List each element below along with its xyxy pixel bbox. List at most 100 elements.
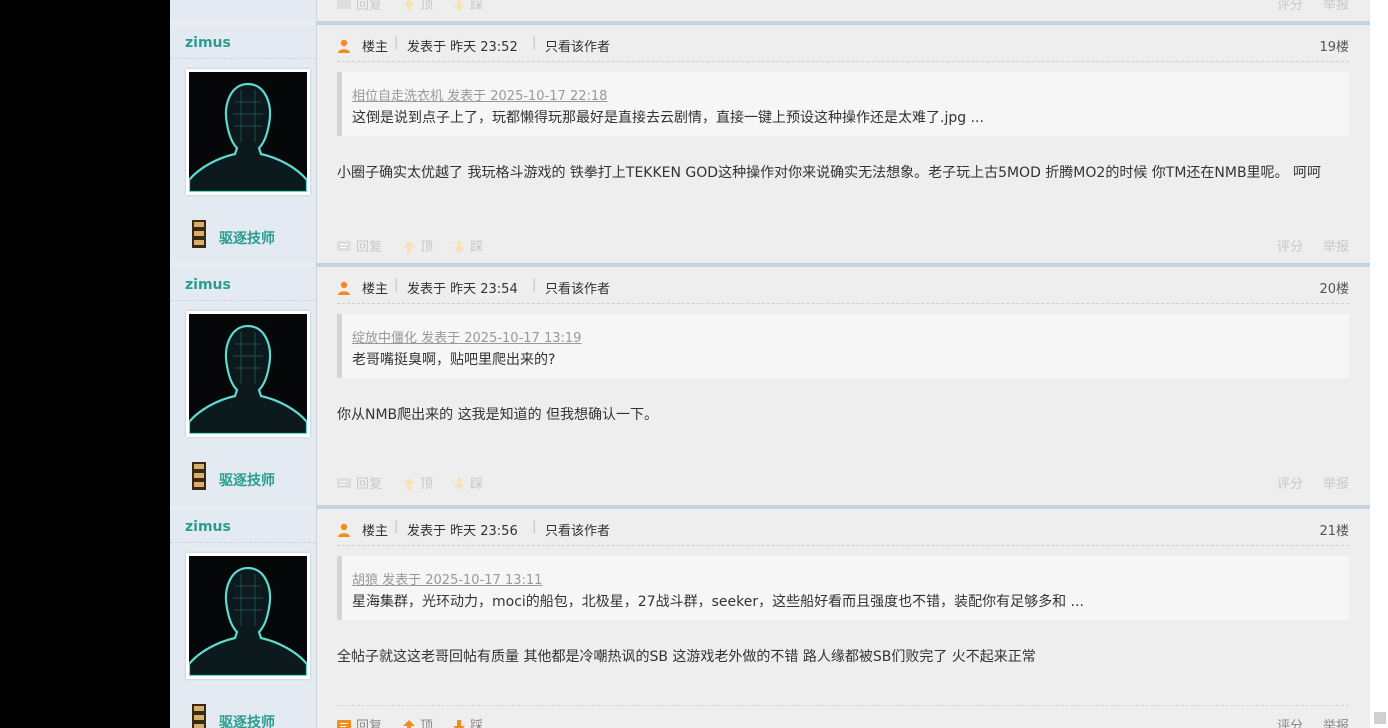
only-author-link[interactable]: 只看该作者 [545,36,610,55]
quote-text: 星海集群，光环动力，moci的船包，北极星，27战斗群，seeker，这些船好看… [352,594,1084,610]
user-icon [338,39,350,53]
post-time: 发表于 昨天 23:56 [407,524,518,539]
badge-icon [192,462,206,490]
post-actions: 回复 顶 踩 评分 举报 [337,715,1349,728]
previous-post-tail: 回复 顶 踩 评分 举报 [170,0,1370,20]
reply-button[interactable]: 回复 [337,715,382,728]
floor-number[interactable]: 20楼 [1319,278,1349,297]
divider [337,303,1349,304]
down-button[interactable]: 踩 [453,715,483,728]
avatar[interactable] [186,553,310,679]
post-content: 楼主 | 发表于 昨天 23:52 | 只看该作者 19楼 相位自走洗衣机 发表… [316,25,1370,263]
reply-icon [337,478,351,488]
post-content: 回复 顶 踩 评分 举报 [316,0,1370,20]
quote-text: 这倒是说到点子上了，玩都懒得玩那最好是直接去云剧情，直接一键上预设这种操作还是太… [352,110,984,126]
rate-link[interactable]: 评分 [1277,715,1303,728]
up-button[interactable]: 顶 [403,0,433,13]
post-floor-20: zimus 驱逐技师 楼主 | 发表于 昨天 23:54 | 只看该作者 20楼… [170,263,1370,505]
thumb-up-icon [403,720,415,728]
badge-icon [192,220,206,248]
author-name[interactable]: zimus [185,277,231,293]
post-meta: 楼主 | 发表于 昨天 23:52 | 只看该作者 19楼 [337,33,1349,63]
quote-block: 相位自走洗衣机 发表于 2025-10-17 22:18 这倒是说到点子上了，玩… [337,72,1349,136]
post-meta: 楼主 | 发表于 昨天 23:56 | 只看该作者 21楼 [337,517,1349,547]
reply-button[interactable]: 回复 [337,236,382,255]
quote-source-link[interactable]: 胡狼 发表于 2025-10-17 13:11 [352,569,542,588]
avatar-silhouette [189,314,307,434]
only-author-link[interactable]: 只看该作者 [545,278,610,297]
avatar-silhouette [189,556,307,676]
thumb-up-icon [403,478,415,490]
user-icon [338,281,350,295]
avatar[interactable] [186,311,310,437]
reply-button[interactable]: 回复 [337,0,382,13]
down-button[interactable]: 踩 [453,236,483,255]
rate-link[interactable]: 评分 [1277,473,1303,492]
post-content: 楼主 | 发表于 昨天 23:54 | 只看该作者 20楼 绽放中僵化 发表于 … [316,267,1370,505]
post-floor-19: zimus 驱逐技师 楼主 | 发表于 昨天 23:52 | 只看该作者 19楼… [170,21,1370,263]
divider [337,61,1349,62]
post-content: 楼主 | 发表于 昨天 23:56 | 只看该作者 21楼 胡狼 发表于 202… [316,509,1370,728]
report-link[interactable]: 举报 [1323,236,1349,255]
post-body: 全帖子就这这老哥回帖有质量 其他都是冷嘲热讽的SB 这游戏老外做的不错 路人缘都… [337,649,1036,665]
down-button[interactable]: 踩 [453,0,483,13]
author-name[interactable]: zimus [185,35,231,51]
quote-source-link[interactable]: 绽放中僵化 发表于 2025-10-17 13:19 [352,327,581,346]
up-button[interactable]: 顶 [403,473,433,492]
post-time: 发表于 昨天 23:52 [407,40,518,55]
reply-button[interactable]: 回复 [337,473,382,492]
scrollbar-corner [1374,712,1386,724]
post-floor-21: zimus 驱逐技师 楼主 | 发表于 昨天 23:56 | 只看该作者 21楼… [170,505,1370,728]
reply-icon [337,720,351,728]
reply-icon [337,0,351,9]
op-label: 楼主 [362,524,389,539]
thumb-down-icon [453,720,465,728]
post-time: 发表于 昨天 23:54 [407,282,518,297]
up-button[interactable]: 顶 [403,715,433,728]
floor-number[interactable]: 21楼 [1319,520,1349,539]
divider [170,58,316,59]
quote-text: 老哥嘴挺臭啊，贴吧里爬出来的? [352,352,556,368]
rate-link[interactable]: 评分 [1277,236,1303,255]
user-group-badge[interactable]: 驱逐技师 [219,228,275,248]
author-name[interactable]: zimus [185,519,231,535]
post-actions: 回复 顶 踩 评分 举报 [337,473,1349,493]
divider [337,545,1349,546]
post-meta: 楼主 | 发表于 昨天 23:54 | 只看该作者 20楼 [337,275,1349,305]
author-column: zimus 驱逐技师 [170,267,316,505]
author-column [170,0,316,20]
thumb-up-icon [403,241,415,253]
up-button[interactable]: 顶 [403,236,433,255]
avatar[interactable] [186,69,310,195]
down-button[interactable]: 踩 [453,473,483,492]
quote-source-link[interactable]: 相位自走洗衣机 发表于 2025-10-17 22:18 [352,85,607,104]
report-link[interactable]: 举报 [1323,473,1349,492]
only-author-link[interactable]: 只看该作者 [545,520,610,539]
post-body: 小圈子确实太优越了 我玩格斗游戏的 铁拳打上TEKKEN GOD这种操作对你来说… [337,165,1322,181]
user-group-badge[interactable]: 驱逐技师 [219,470,275,490]
quote-block: 绽放中僵化 发表于 2025-10-17 13:19 老哥嘴挺臭啊，贴吧里爬出来… [337,314,1349,378]
scrollbar-track[interactable] [1370,0,1388,728]
author-column: zimus 驱逐技师 [170,25,316,263]
divider [170,300,316,301]
floor-number[interactable]: 19楼 [1319,36,1349,55]
author-column: zimus 驱逐技师 [170,509,316,728]
op-label: 楼主 [362,40,389,55]
op-label: 楼主 [362,282,389,297]
divider [337,705,1349,706]
thumb-down-icon [453,478,465,490]
rate-link[interactable]: 评分 [1277,0,1303,13]
user-icon [338,523,350,537]
post-body: 你从NMB爬出来的 这我是知道的 但我想确认一下。 [337,407,659,423]
thumb-down-icon [453,0,465,11]
quote-block: 胡狼 发表于 2025-10-17 13:11 星海集群，光环动力，moci的船… [337,556,1349,620]
avatar-silhouette [189,72,307,192]
user-group-badge[interactable]: 驱逐技师 [219,712,275,728]
post-actions: 回复 顶 踩 评分 举报 [337,0,1349,14]
report-link[interactable]: 举报 [1323,0,1349,13]
thumb-down-icon [453,241,465,253]
reply-icon [337,241,351,251]
thread-container: 回复 顶 踩 评分 举报 zimus 驱逐技师 楼主 | 发表于 昨天 23:5… [170,0,1370,728]
report-link[interactable]: 举报 [1323,715,1349,728]
badge-icon [192,704,206,728]
